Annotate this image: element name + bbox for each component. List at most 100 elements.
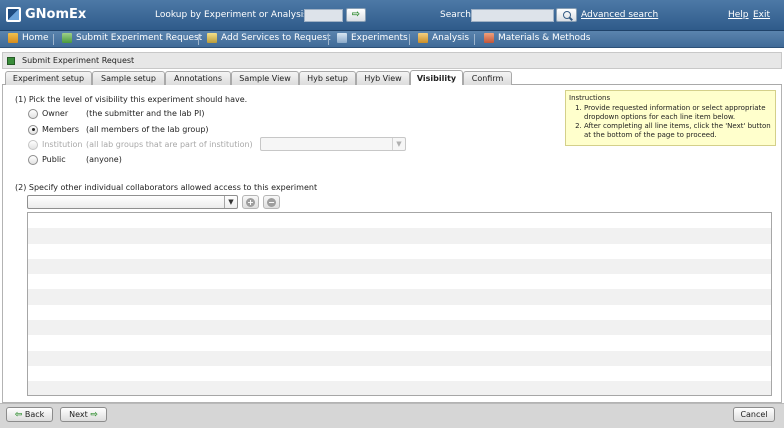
tab-label: Annotations (173, 74, 223, 83)
radio-owner[interactable] (28, 108, 38, 119)
remove-collaborator-button[interactable]: − (263, 195, 280, 209)
instruction-item: Provide requested information or select … (584, 104, 772, 122)
cancel-label: Cancel (740, 410, 768, 419)
tab-label: Visibility (416, 73, 457, 83)
next-button[interactable]: Next ⇨ (60, 407, 107, 422)
back-button[interactable]: ⇦ Back (6, 407, 53, 422)
radio-public-desc: (anyone) (86, 155, 122, 164)
lookup-go-button[interactable]: ⇨ (346, 8, 366, 22)
panel-header: Submit Experiment Request (2, 52, 782, 69)
methods-icon (484, 33, 494, 43)
form-icon (7, 56, 15, 65)
table-row[interactable] (28, 274, 771, 290)
help-link[interactable]: Help (728, 10, 749, 20)
radio-members-row[interactable] (28, 124, 42, 135)
arrow-left-icon: ⇦ (14, 409, 23, 420)
table-row[interactable] (28, 320, 771, 336)
instructions-list: Provide requested information or select … (569, 104, 772, 140)
table-row[interactable] (28, 381, 771, 395)
nav-divider (53, 34, 54, 45)
tab-experiment-setup[interactable]: Experiment setup (5, 71, 92, 85)
nav-add-services[interactable]: Add Services to Request (207, 33, 331, 43)
radio-members-label[interactable]: Members (42, 125, 79, 134)
home-icon (8, 33, 18, 43)
radio-members-desc: (all members of the lab group) (86, 125, 209, 134)
search-label: Search (440, 10, 471, 20)
flask-icon (337, 33, 347, 43)
tab-sample-view[interactable]: Sample View (231, 71, 299, 85)
remove-icon: − (267, 198, 276, 207)
nav-submit-experiment[interactable]: Submit Experiment Request (62, 33, 202, 43)
tab-visibility[interactable]: Visibility (410, 70, 463, 85)
chevron-down-icon: ▼ (224, 196, 237, 208)
add-collaborator-button[interactable]: + (242, 195, 259, 209)
nav-submit-label: Submit Experiment Request (76, 33, 203, 43)
cancel-button[interactable]: Cancel (733, 407, 775, 422)
back-label: Back (24, 410, 45, 419)
search-button[interactable] (556, 8, 577, 22)
tab-annotations[interactable]: Annotations (165, 71, 231, 85)
gnomex-logo-icon (6, 7, 21, 22)
tab-hyb-view[interactable]: Hyb View (356, 71, 410, 85)
top-header: GNomEx Lookup by Experiment or Analysis … (0, 0, 784, 31)
tab-label: Hyb View (364, 74, 402, 83)
advanced-search-link[interactable]: Advanced search (581, 10, 658, 20)
table-row[interactable] (28, 243, 771, 259)
nav-experiments-label: Experiments (351, 33, 408, 43)
nav-analysis-label: Analysis (432, 33, 470, 43)
table-row[interactable] (28, 335, 771, 351)
radio-institution-row[interactable] (28, 139, 42, 150)
nav-methods-label: Materials & Methods (498, 33, 591, 43)
lookup-input[interactable] (304, 9, 343, 22)
table-row[interactable] (28, 213, 771, 229)
tab-label: Sample setup (101, 74, 156, 83)
table-row[interactable] (28, 365, 771, 382)
tab-confirm[interactable]: Confirm (463, 71, 512, 85)
table-row[interactable] (28, 289, 771, 305)
radio-institution-desc: (all lab groups that are part of institu… (86, 140, 253, 149)
services-icon (207, 33, 217, 43)
table-row[interactable] (28, 350, 771, 366)
arrow-right-icon: ⇨ (90, 409, 98, 420)
collaborators-grid[interactable] (27, 212, 772, 396)
tab-label: Sample View (239, 74, 291, 83)
radio-owner-row[interactable] (28, 108, 42, 119)
table-row[interactable] (28, 228, 771, 244)
footer-bar (0, 403, 784, 428)
table-row[interactable] (28, 304, 771, 321)
radio-institution-label[interactable]: Institution (42, 140, 83, 149)
nav-divider (474, 34, 475, 45)
tab-hyb-setup[interactable]: Hyb setup (299, 71, 356, 85)
collaborator-dropdown[interactable]: ▼ (27, 195, 238, 209)
collaborators-question: (2) Specify other individual collaborato… (15, 183, 318, 192)
radio-owner-desc: (the submitter and the lab PI) (86, 109, 205, 118)
nav-divider (409, 34, 410, 45)
exit-link[interactable]: Exit (753, 10, 770, 20)
main-nav: Home Submit Experiment Request Add Servi… (0, 31, 784, 48)
instructions-box: Instructions Provide requested informati… (565, 90, 776, 146)
visibility-question: (1) Pick the level of visibility this ex… (15, 95, 248, 104)
institution-dropdown[interactable]: ▼ (260, 137, 406, 151)
chart-icon (418, 33, 428, 43)
table-row[interactable] (28, 258, 771, 275)
nav-experiments[interactable]: Experiments (337, 33, 408, 43)
lookup-label: Lookup by Experiment or Analysis # (155, 10, 319, 20)
instructions-title: Instructions (569, 94, 611, 102)
radio-public-row[interactable] (28, 154, 42, 165)
search-input[interactable] (471, 9, 554, 22)
nav-home[interactable]: Home (8, 33, 49, 43)
radio-public[interactable] (28, 154, 38, 165)
submit-icon (62, 33, 72, 43)
instruction-item: After completing all line items, click t… (584, 122, 772, 140)
app-name: GNomEx (25, 7, 87, 22)
radio-public-label[interactable]: Public (42, 155, 66, 164)
radio-owner-label[interactable]: Owner (42, 109, 68, 118)
panel-title: Submit Experiment Request (22, 56, 135, 65)
add-icon: + (246, 198, 255, 207)
nav-materials-methods[interactable]: Materials & Methods (484, 33, 590, 43)
tab-sample-setup[interactable]: Sample setup (92, 71, 165, 85)
radio-members[interactable] (28, 124, 38, 135)
nav-analysis[interactable]: Analysis (418, 33, 469, 43)
radio-institution[interactable] (28, 139, 38, 150)
tab-label: Hyb setup (307, 74, 348, 83)
